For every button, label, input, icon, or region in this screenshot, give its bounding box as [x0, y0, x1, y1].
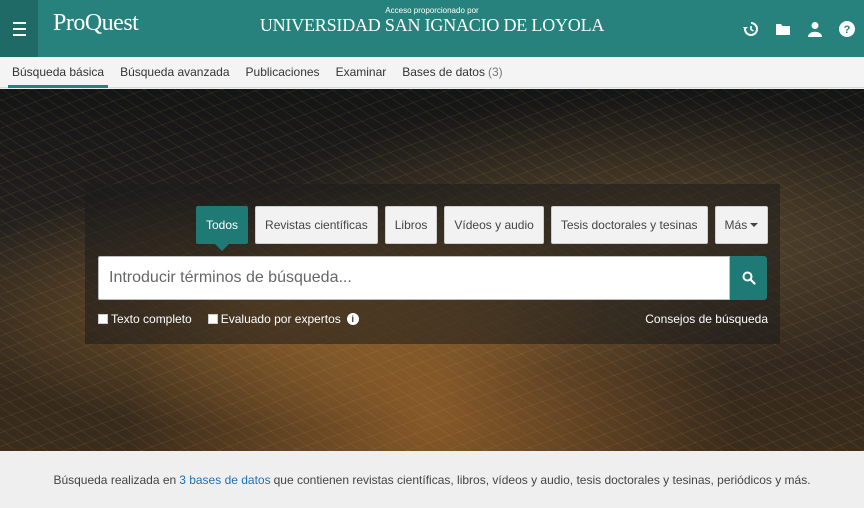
search-input[interactable] — [98, 256, 730, 300]
institution-name: UNIVERSIDAD SAN IGNACIO DE LOYOLA — [259, 15, 605, 35]
tab-books[interactable]: Libros — [384, 206, 438, 244]
svg-text:?: ? — [844, 24, 851, 36]
tab-scholarly-journals[interactable]: Revistas científicas — [255, 206, 378, 244]
institution-access: Acceso proporcionado por UNIVERSIDAD SAN… — [0, 6, 864, 35]
nav-browse[interactable]: Examinar — [328, 57, 395, 87]
header-icons: ? — [742, 0, 856, 57]
tab-label: Revistas científicas — [265, 218, 368, 232]
search-icon — [742, 271, 756, 285]
tab-video-audio[interactable]: Vídeos y audio — [444, 206, 544, 244]
tab-label: Vídeos y audio — [454, 218, 534, 232]
nav-publications[interactable]: Publicaciones — [238, 57, 328, 87]
database-count: (3) — [487, 65, 503, 79]
nav-advanced-search[interactable]: Búsqueda avanzada — [112, 57, 237, 87]
history-icon[interactable] — [742, 20, 760, 38]
nav-label: Búsqueda avanzada — [120, 65, 230, 79]
note-suffix: que contienen revistas científicas, libr… — [273, 473, 811, 487]
nav-basic-search[interactable]: Búsqueda básica — [4, 57, 112, 88]
info-icon[interactable]: i — [346, 313, 359, 325]
tab-all[interactable]: Todos — [196, 206, 249, 251]
help-icon[interactable]: ? — [838, 20, 856, 38]
chevron-down-icon — [750, 223, 759, 227]
user-icon[interactable] — [806, 20, 824, 38]
checkbox-label: Evaluado por expertos — [220, 312, 341, 326]
source-type-tabs: Todos Revistas científicas Libros Vídeos… — [196, 206, 769, 251]
main-nav: Búsqueda básica Búsqueda avanzada Public… — [0, 57, 864, 88]
checkbox-box[interactable] — [207, 314, 218, 324]
nav-label: Búsqueda básica — [12, 65, 105, 79]
tab-label: Tesis doctorales y tesinas — [560, 218, 698, 232]
search-tips-link[interactable]: Consejos de búsqueda — [645, 312, 768, 326]
note-prefix: Búsqueda realizada en — [53, 473, 177, 487]
full-text-checkbox[interactable]: Texto completo — [98, 312, 192, 326]
nav-databases[interactable]: Bases de datos (3) — [394, 57, 510, 87]
tab-dissertations[interactable]: Tesis doctorales y tesinas — [550, 206, 708, 244]
tab-more[interactable]: Más — [714, 206, 769, 244]
search-button[interactable] — [730, 256, 767, 300]
hero-background: Todos Revistas científicas Libros Vídeos… — [0, 89, 864, 451]
tab-label: Todos — [206, 218, 239, 232]
nav-label: Examinar — [335, 65, 387, 79]
search-panel: Todos Revistas científicas Libros Vídeos… — [85, 184, 780, 344]
checkbox-label: Texto completo — [111, 312, 192, 326]
search-filters: Texto completo Evaluado por expertos i — [98, 312, 359, 326]
top-header: ProQuest Acceso proporcionado por UNIVER… — [0, 0, 864, 57]
tab-label: Más — [724, 218, 748, 232]
access-label: Acceso proporcionado por — [385, 6, 479, 15]
nav-label: Bases de datos — [402, 65, 485, 79]
peer-reviewed-checkbox[interactable]: Evaluado por expertos i — [207, 312, 359, 326]
checkbox-box[interactable] — [98, 314, 108, 324]
search-scope-note: Búsqueda realizada en 3 bases de datos q… — [0, 452, 864, 508]
databases-link[interactable]: 3 bases de datos — [179, 473, 270, 487]
tab-label: Libros — [394, 218, 428, 232]
nav-label: Publicaciones — [245, 65, 320, 79]
folder-icon[interactable] — [774, 20, 792, 38]
